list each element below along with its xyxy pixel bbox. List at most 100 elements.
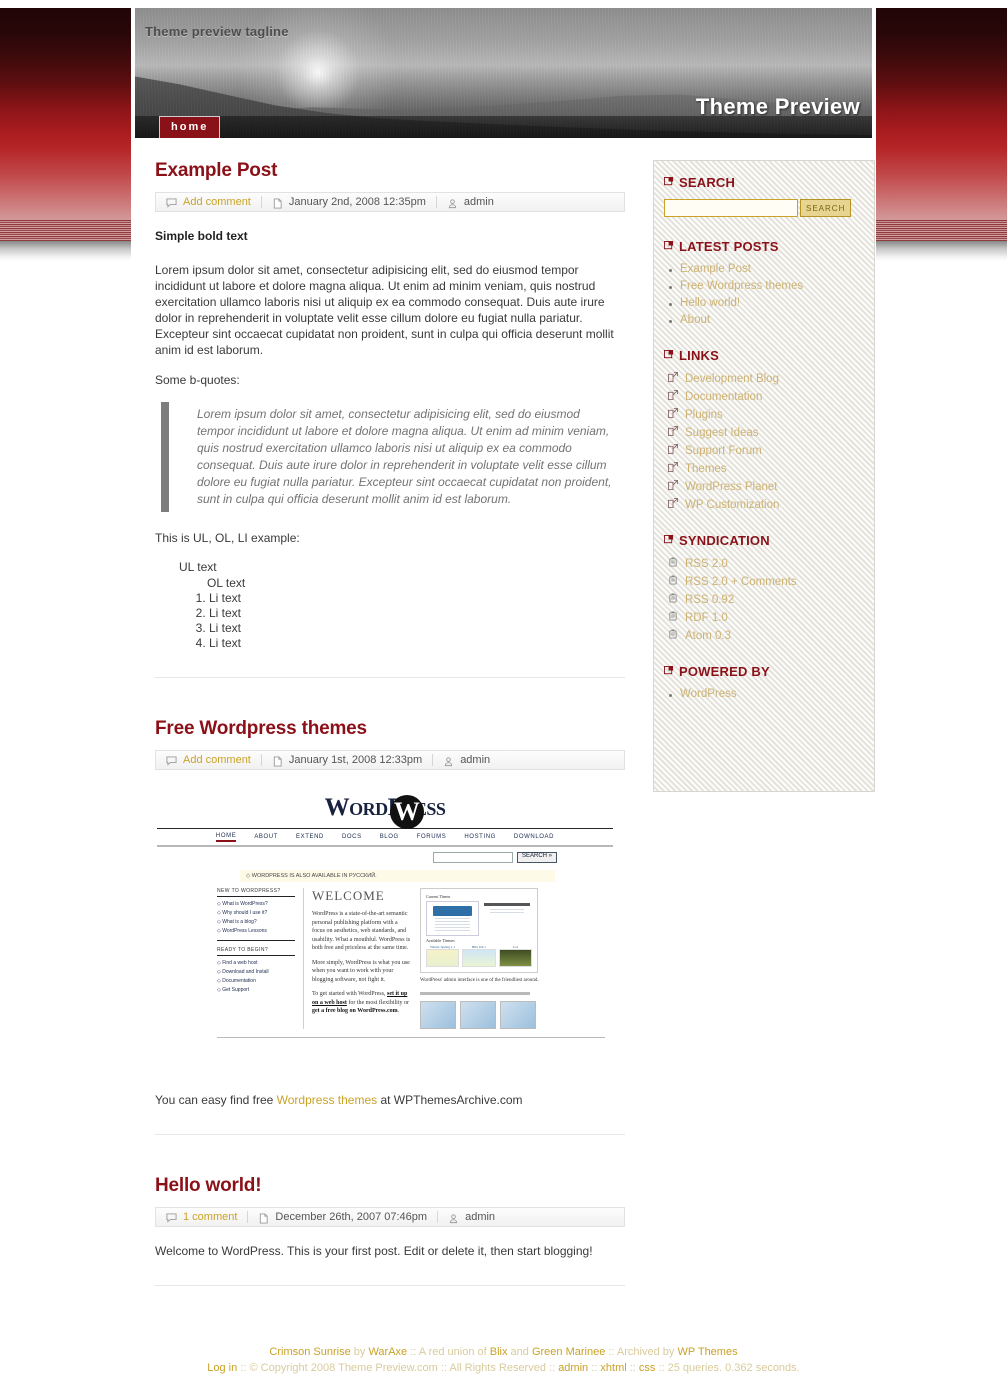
theme-name-link[interactable]: Crimson Sunrise	[269, 1346, 350, 1358]
xhtml-link[interactable]: xhtml	[600, 1362, 626, 1374]
post-quote-intro: Some b-quotes:	[155, 373, 240, 387]
latest-post-link[interactable]: Free Wordpress themes	[680, 280, 803, 292]
post-meta-bar: Add comment January 1st, 2008 12:33pm ad…	[155, 750, 625, 770]
post-comments-link[interactable]: Add comment	[156, 751, 261, 769]
user-icon	[447, 197, 458, 208]
link-item[interactable]: Documentation	[685, 391, 762, 403]
wp-search-row: SEARCH »	[155, 852, 615, 863]
list-item[interactable]: WordPress	[668, 688, 864, 700]
post-date: January 1st, 2008 12:33pm	[262, 751, 432, 769]
wp-left-head-2: READY TO BEGIN?	[217, 947, 295, 956]
feed-link[interactable]: RSS 0.92	[685, 594, 734, 606]
wp-panel-title-1: Current Theme	[426, 894, 451, 899]
list-item[interactable]: Atom 0.3	[668, 629, 864, 642]
post-author-label: admin	[460, 754, 491, 766]
feed-link[interactable]: RSS 2.0	[685, 558, 728, 570]
post-comments-label: 1 comment	[183, 1211, 238, 1223]
widget-search: SEARCH SEARCH	[664, 175, 864, 217]
search-button[interactable]: SEARCH	[800, 199, 852, 217]
search-input[interactable]	[664, 199, 798, 217]
list-item[interactable]: Example Post	[668, 263, 864, 275]
wp-left-link: ◇ WordPress Lessons	[217, 928, 267, 934]
list-item[interactable]: Free Wordpress themes	[668, 280, 864, 292]
external-link-icon	[668, 390, 678, 403]
post-title[interactable]: Hello world!	[155, 1175, 625, 1197]
wp-footer-rule	[217, 1037, 605, 1038]
list-item[interactable]: Plugins	[668, 408, 864, 421]
list-item[interactable]: RDF 1.0	[668, 611, 864, 624]
ol-item: Li text	[209, 606, 625, 621]
feed-link[interactable]: RSS 2.0 + Comments	[685, 576, 797, 588]
list-item[interactable]: Development Blog	[668, 372, 864, 385]
theme-author-link[interactable]: WarAxe	[368, 1346, 407, 1358]
post-caption: You can easy find free Wordpress themes …	[155, 1092, 625, 1108]
list-item[interactable]: RSS 2.0	[668, 557, 864, 570]
wp-nav-extend: EXTEND	[296, 834, 324, 840]
widget-links: LINKS Development Blog Documentation Plu…	[664, 348, 864, 511]
list-item[interactable]: RSS 0.92	[668, 593, 864, 606]
wp-nav: HOME ABOUT EXTEND DOCS BLOG FORUMS HOSTI…	[155, 829, 615, 845]
list-item[interactable]: Hello world!	[668, 297, 864, 309]
post-title[interactable]: Free Wordpress themes	[155, 718, 625, 740]
link-item[interactable]: Support Forum	[685, 445, 762, 457]
latest-post-link[interactable]: About	[680, 314, 710, 326]
list-item[interactable]: Suggest Ideas	[668, 426, 864, 439]
list-item[interactable]: Support Forum	[668, 444, 864, 457]
admin-link[interactable]: admin	[558, 1362, 588, 1374]
wp-left-link: ◇ What is WordPress?	[217, 901, 268, 907]
list-item[interactable]: RSS 2.0 + Comments	[668, 575, 864, 588]
wp-thumb-bluebar	[433, 906, 472, 916]
widget-syndication: SYNDICATION RSS 2.0 RSS 2.0 + Comments R…	[664, 533, 864, 642]
post-hello-world: Hello world! 1 comment December 26th, 20…	[155, 1175, 625, 1286]
powered-by-link[interactable]: WordPress	[680, 688, 737, 700]
post-comments-label: Add comment	[183, 196, 251, 208]
wordpress-themes-link[interactable]: Wordpress themes	[277, 1093, 377, 1107]
credit-blix-link[interactable]: Blix	[490, 1346, 508, 1358]
list-item[interactable]: WordPress Planet	[668, 480, 864, 493]
feed-link[interactable]: RDF 1.0	[685, 612, 728, 624]
site-title: Theme Preview	[695, 94, 860, 119]
wp-left-link: ◇ Download and Install	[217, 969, 269, 975]
feed-icon	[668, 629, 678, 642]
css-link[interactable]: css	[639, 1362, 656, 1374]
link-item[interactable]: WP Customization	[685, 499, 779, 511]
widget-title-text: LATEST POSTS	[679, 239, 779, 254]
wp-locale-notice: ◇ WORDPRESS IS ALSO AVAILABLE IN РУССКИЙ…	[240, 870, 555, 882]
wp-thumb-line	[435, 918, 470, 919]
post-comments-label: Add comment	[183, 754, 251, 766]
credit-wp-themes-link[interactable]: WP Themes	[677, 1346, 737, 1358]
list-item[interactable]: Documentation	[668, 390, 864, 403]
post-date-label: January 1st, 2008 12:33pm	[288, 754, 423, 766]
wp-column-divider	[303, 888, 304, 1029]
link-item[interactable]: Plugins	[685, 409, 723, 421]
latest-post-link[interactable]: Hello world!	[680, 297, 740, 309]
post-author-label: admin	[463, 196, 494, 208]
wp-paragraph-2: More simply, WordPress is what you use w…	[312, 959, 410, 983]
main-content: Example Post Add comment January 2nd, 20…	[155, 160, 625, 1326]
post-comments-link[interactable]: 1 comment	[156, 1208, 247, 1226]
wp-nav-about: ABOUT	[254, 834, 278, 840]
link-item[interactable]: Themes	[685, 463, 727, 475]
window-expand-icon	[664, 175, 674, 190]
login-link[interactable]: Log in	[207, 1362, 237, 1374]
link-item[interactable]: Suggest Ideas	[685, 427, 759, 439]
list-item[interactable]: About	[668, 314, 864, 326]
list-item[interactable]: Themes	[668, 462, 864, 475]
link-item[interactable]: Development Blog	[685, 373, 779, 385]
widget-latest-posts: LATEST POSTS Example Post Free Wordpress…	[664, 239, 864, 326]
latest-post-link[interactable]: Example Post	[680, 263, 751, 275]
external-link-icon	[668, 480, 678, 493]
external-link-icon	[668, 408, 678, 421]
credit-green-marinee-link[interactable]: Green Marinee	[532, 1346, 605, 1358]
feed-link[interactable]: Atom 0.3	[685, 630, 731, 642]
wp-left-link: ◇ Why should I use it?	[217, 910, 268, 916]
wp-p3-c: for the most flexibility or	[346, 999, 409, 1006]
link-item[interactable]: WordPress Planet	[685, 481, 777, 493]
nav-item-home[interactable]: home	[159, 116, 221, 138]
post-author: admin	[433, 751, 500, 769]
widget-title: SYNDICATION	[664, 533, 864, 548]
post-title[interactable]: Example Post	[155, 160, 625, 182]
post-comments-link[interactable]: Add comment	[156, 193, 261, 211]
list-item[interactable]: WP Customization	[668, 498, 864, 511]
wp-thumb-line	[435, 921, 470, 922]
